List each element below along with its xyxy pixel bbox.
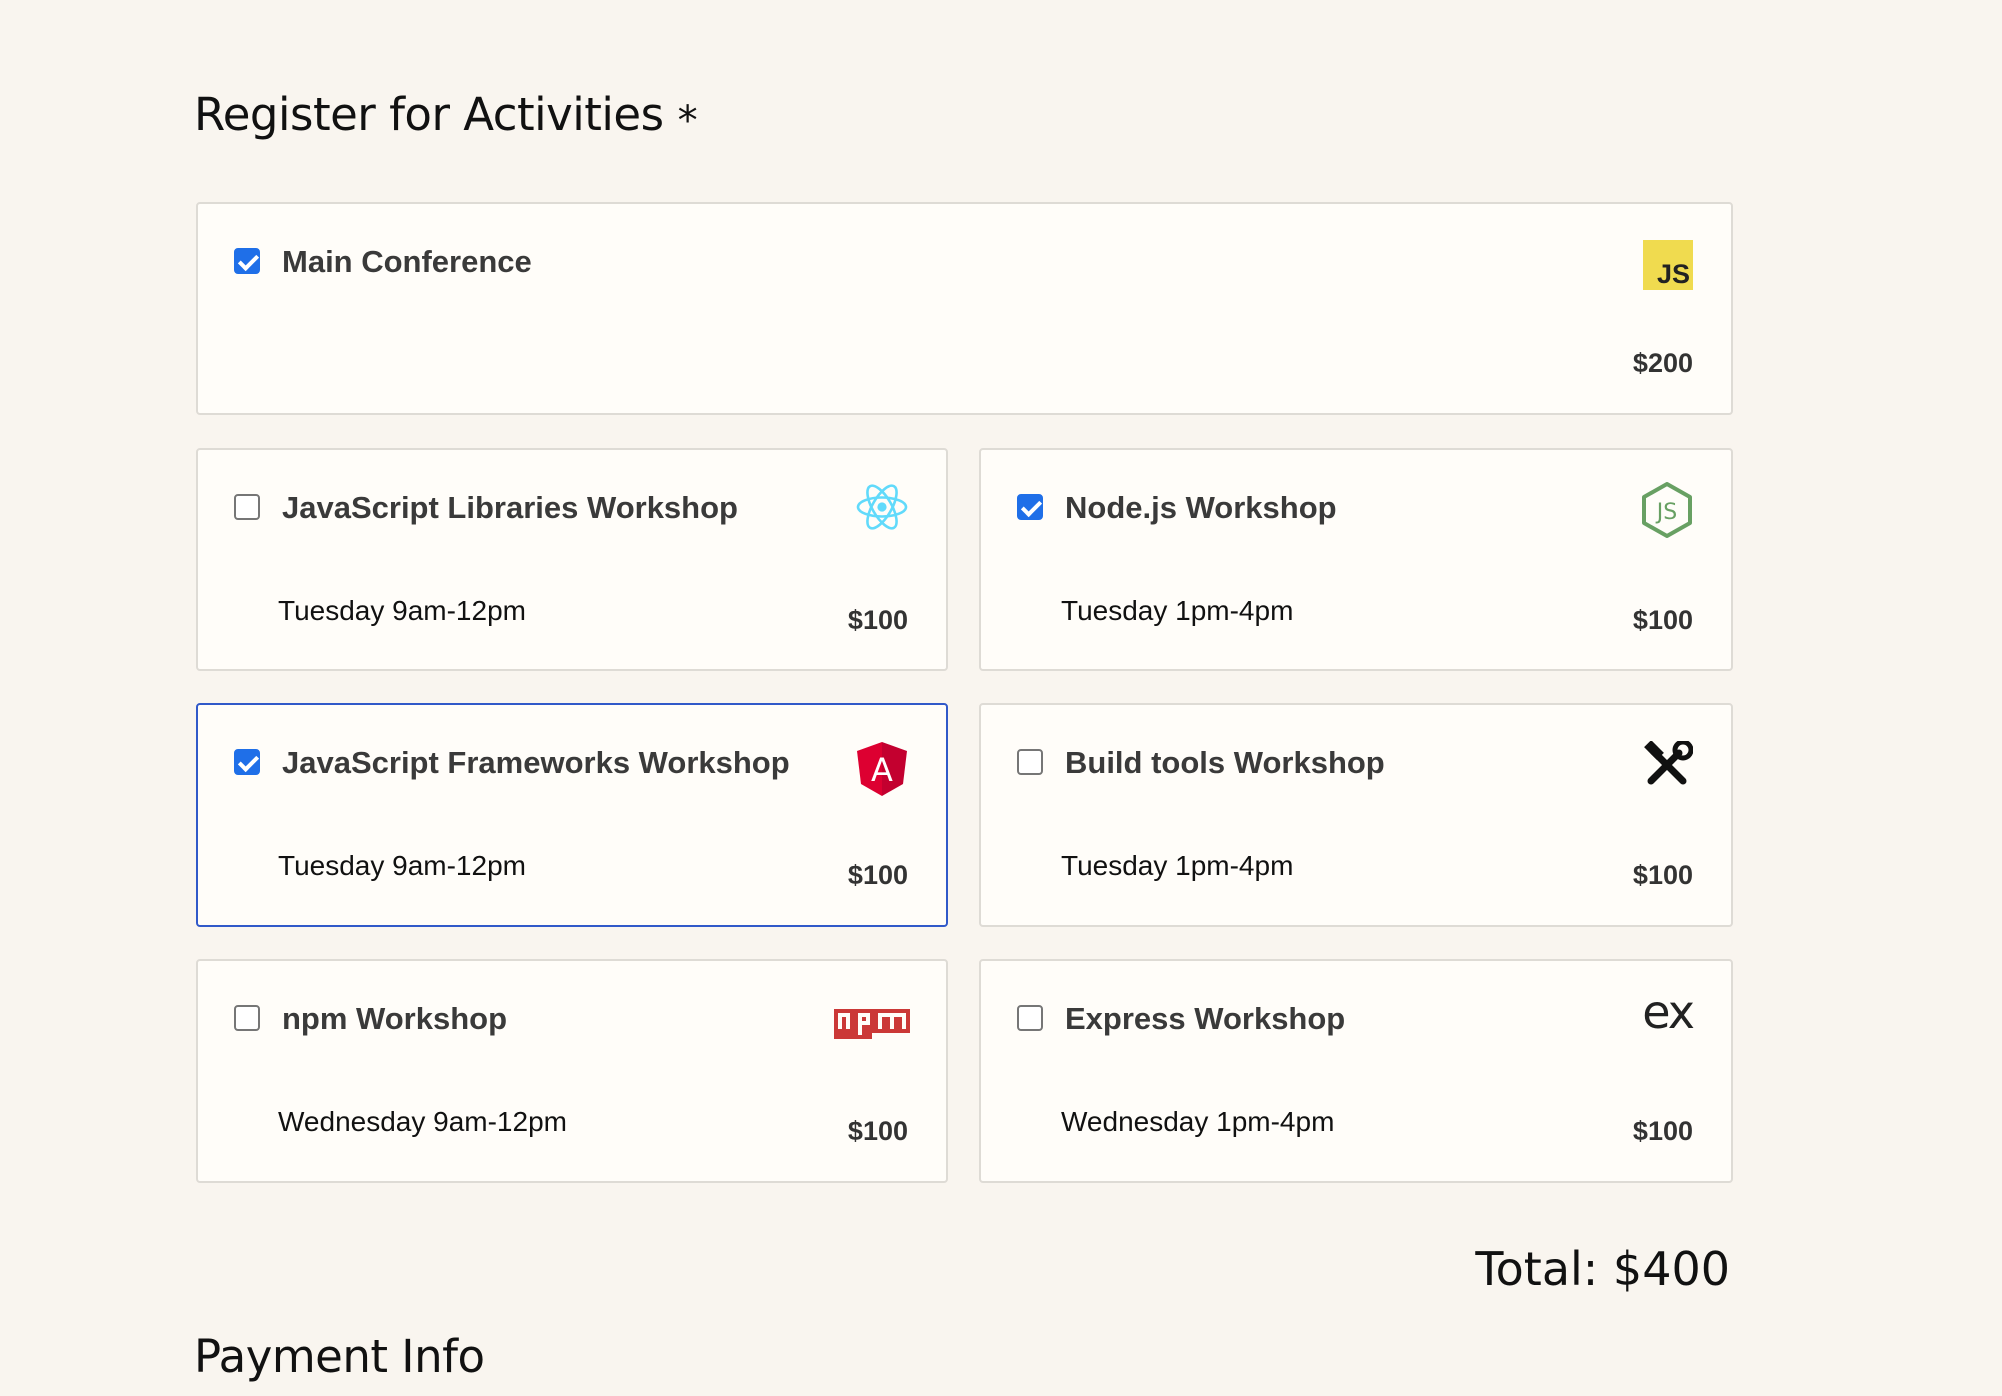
angular-icon: A bbox=[857, 742, 907, 796]
activity-time: Tuesday 1pm-4pm bbox=[1061, 850, 1294, 881]
activity-card-main-conference[interactable]: Main Conference JS $200 bbox=[196, 202, 1733, 415]
express-icon: ex bbox=[1642, 985, 1695, 1039]
js-libraries-checkbox[interactable] bbox=[234, 494, 260, 520]
build-tools-icon bbox=[1644, 741, 1693, 785]
activity-name: npm Workshop bbox=[282, 1001, 508, 1036]
payment-info-heading: Payment Info bbox=[194, 1330, 485, 1383]
activity-card-npm[interactable]: npm Workshop Wednesday 9am-12pm $100 bbox=[196, 959, 948, 1183]
activity-price: $100 bbox=[847, 605, 908, 635]
activity-price: $100 bbox=[1632, 605, 1693, 635]
npm-icon bbox=[834, 1009, 910, 1039]
javascript-icon: JS bbox=[1643, 240, 1693, 290]
activity-name: Build tools Workshop bbox=[1065, 745, 1385, 780]
activity-card-nodejs[interactable]: Node.js Workshop JS Tuesday 1pm-4pm $100 bbox=[979, 448, 1733, 671]
total-price: Total: $400 bbox=[1475, 1242, 1730, 1296]
react-icon bbox=[856, 484, 908, 530]
activity-name: Express Workshop bbox=[1065, 1001, 1346, 1036]
activity-name: Main Conference bbox=[282, 244, 532, 279]
main-conference-checkbox[interactable] bbox=[234, 248, 260, 274]
activity-card-js-libraries[interactable]: JavaScript Libraries Workshop Tuesday 9a… bbox=[196, 448, 948, 671]
activity-time: Wednesday 1pm-4pm bbox=[1061, 1106, 1335, 1137]
activity-card-build-tools[interactable]: Build tools Workshop Tuesday 1pm-4pm $10… bbox=[979, 703, 1733, 927]
activity-name: JavaScript Frameworks Workshop bbox=[282, 745, 790, 780]
nodejs-icon: JS bbox=[1642, 482, 1692, 538]
required-asterisk: * bbox=[677, 98, 698, 144]
npm-checkbox[interactable] bbox=[234, 1005, 260, 1031]
activity-name: JavaScript Libraries Workshop bbox=[282, 490, 738, 525]
activity-price: $100 bbox=[847, 1116, 908, 1146]
activity-time: Tuesday 9am-12pm bbox=[278, 595, 526, 626]
express-checkbox[interactable] bbox=[1017, 1005, 1043, 1031]
activity-price: $100 bbox=[1632, 1116, 1693, 1146]
activity-price: $200 bbox=[1632, 348, 1693, 378]
build-tools-checkbox[interactable] bbox=[1017, 749, 1043, 775]
activity-card-express[interactable]: Express Workshop ex Wednesday 1pm-4pm $1… bbox=[979, 959, 1733, 1183]
svg-text:JS: JS bbox=[1655, 500, 1677, 525]
register-activities-title: Register for Activities bbox=[194, 88, 664, 141]
activity-price: $100 bbox=[1632, 860, 1693, 890]
activity-time: Tuesday 9am-12pm bbox=[278, 850, 526, 881]
activity-time: Tuesday 1pm-4pm bbox=[1061, 595, 1294, 626]
register-activities-heading: Register for Activities * bbox=[194, 88, 698, 144]
activity-time: Wednesday 9am-12pm bbox=[278, 1106, 567, 1137]
svg-text:A: A bbox=[871, 751, 893, 789]
activity-price: $100 bbox=[847, 860, 908, 890]
nodejs-checkbox[interactable] bbox=[1017, 494, 1043, 520]
js-frameworks-checkbox[interactable] bbox=[234, 749, 260, 775]
activity-card-js-frameworks[interactable]: JavaScript Frameworks Workshop A Tuesday… bbox=[196, 703, 948, 927]
activity-name: Node.js Workshop bbox=[1065, 490, 1337, 525]
